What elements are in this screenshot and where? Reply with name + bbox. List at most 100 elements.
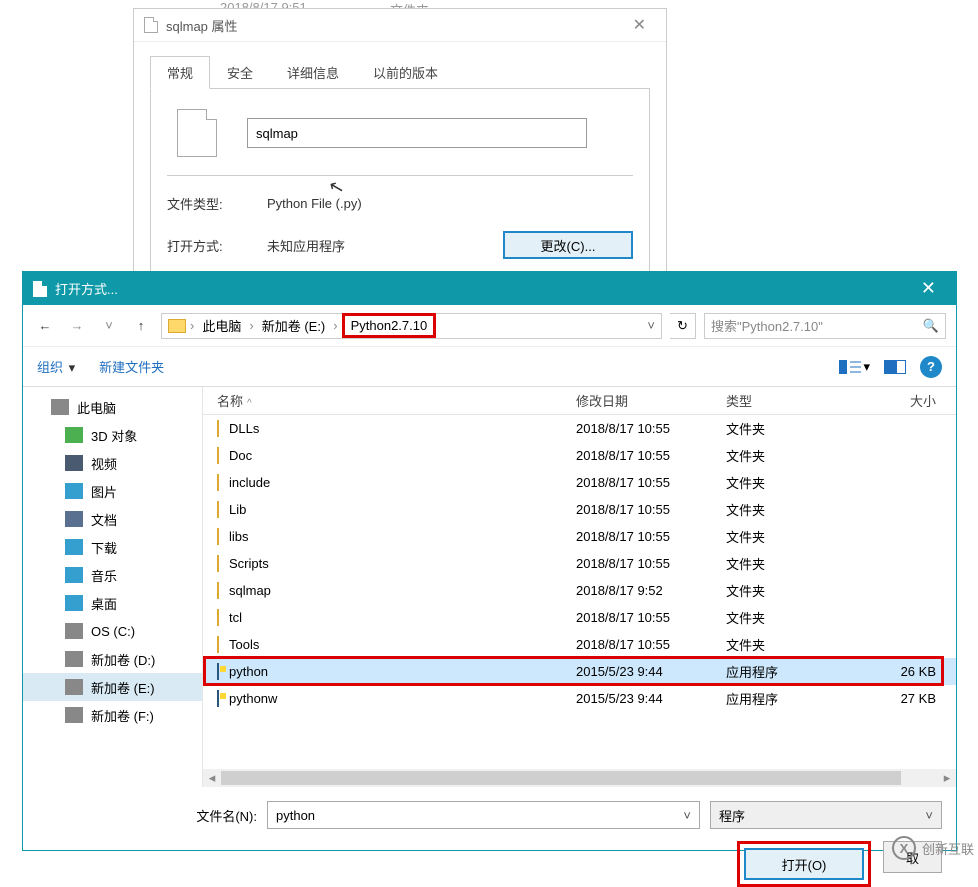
sidebar-item-label: 音乐 [91,566,117,585]
doc-icon [65,511,83,527]
file-row[interactable]: Tools2018/8/17 10:55文件夹 [203,631,956,658]
search-placeholder: 搜索"Python2.7.10" [711,316,823,335]
change-button[interactable]: 更改(C)... [503,231,633,259]
sidebar-item[interactable]: OS (C:) [23,617,202,645]
properties-titlebar[interactable]: sqlmap 属性 ✕ [134,9,666,42]
file-big-icon [177,109,217,157]
preview-pane-button[interactable] [884,360,906,374]
view-options-button[interactable]: ▾ [839,359,870,375]
openwith-value: 未知应用程序 [267,236,345,255]
refresh-button[interactable]: ↻ [670,313,696,339]
file-date: 2018/8/17 10:55 [576,610,726,625]
folder-icon [217,474,219,491]
file-row[interactable]: DLLs2018/8/17 10:55文件夹 [203,415,956,442]
breadcrumb-volume[interactable]: 新加卷 (E:) [258,316,330,335]
column-size[interactable]: 大小 [866,391,956,410]
filename-input[interactable] [247,118,587,148]
breadcrumb-python[interactable]: Python2.7.10 [342,313,437,338]
search-input[interactable]: 搜索"Python2.7.10" 🔍 [704,313,946,339]
help-button[interactable]: ? [920,356,942,378]
sidebar-item-label: 文档 [91,510,117,529]
sidebar-item[interactable]: 3D 对象 [23,421,202,449]
sidebar-item[interactable]: 新加卷 (E:) [23,673,202,701]
sidebar-item-label: 桌面 [91,594,117,613]
sidebar-item[interactable]: 视频 [23,449,202,477]
sidebar-item[interactable]: 此电脑 [23,393,202,421]
sidebar-item[interactable]: 新加卷 (D:) [23,645,202,673]
chevron-down-icon: ▾ [69,360,76,375]
vol-icon [65,707,83,723]
file-row[interactable]: sqlmap2018/8/17 9:52文件夹 [203,577,956,604]
sidebar-item[interactable]: 图片 [23,477,202,505]
chevron-down-icon[interactable]: ˅ [647,318,655,333]
file-list-header[interactable]: 名称^ 修改日期 类型 大小 [203,387,956,415]
horizontal-scrollbar[interactable]: ◂ ▸ [203,769,956,787]
file-name: python [217,664,576,679]
file-name: Doc [217,448,576,463]
openwith-label: 打开方式: [167,236,267,255]
file-row[interactable]: libs2018/8/17 10:55文件夹 [203,523,956,550]
file-name: tcl [217,610,576,625]
sidebar-item[interactable]: 桌面 [23,589,202,617]
open-button[interactable]: 打开(O) [744,848,864,880]
folder-icon [217,420,219,437]
file-row[interactable]: tcl2018/8/17 10:55文件夹 [203,604,956,631]
tab-general[interactable]: 常规 [150,56,210,89]
sidebar-item-label: 新加卷 (D:) [91,650,155,669]
file-name: Tools [217,637,576,652]
new-folder-button[interactable]: 新建文件夹 [99,357,164,376]
tab-security[interactable]: 安全 [210,56,270,89]
chevron-right-icon[interactable]: › [249,318,253,333]
column-name[interactable]: 名称^ [217,391,576,410]
sidebar-item[interactable]: 下载 [23,533,202,561]
desktop-icon [65,595,83,611]
close-icon[interactable]: ✕ [911,274,946,303]
sidebar-item[interactable]: 新加卷 (F:) [23,701,202,729]
nav-forward-icon[interactable]: → [65,314,89,338]
filename-value: python [276,808,315,823]
file-row[interactable]: Scripts2018/8/17 10:55文件夹 [203,550,956,577]
nav-recent-icon[interactable]: ˅ [97,314,121,338]
file-row[interactable]: python2015/5/23 9:44应用程序26 KB [203,658,956,685]
nav-back-icon[interactable]: ← [33,314,57,338]
file-type: 文件夹 [726,419,866,438]
scrollbar-thumb[interactable] [221,771,901,785]
chevron-down-icon[interactable]: ˅ [925,808,933,823]
column-type[interactable]: 类型 [726,391,866,410]
filename-combobox[interactable]: python ˅ [267,801,700,829]
view-list-icon [839,360,861,374]
close-icon[interactable]: ✕ [623,11,656,39]
organize-menu[interactable]: 组织 ▾ [37,357,75,376]
open-titlebar[interactable]: 打开方式... ✕ [23,272,956,305]
sidebar-item[interactable]: 文档 [23,505,202,533]
chevron-right-icon[interactable]: › [190,318,194,333]
scroll-left-icon[interactable]: ◂ [203,770,221,786]
file-name: libs [217,529,576,544]
file-type: 文件夹 [726,500,866,519]
sidebar-item-label: 3D 对象 [91,426,137,445]
file-row[interactable]: include2018/8/17 10:55文件夹 [203,469,956,496]
search-icon[interactable]: 🔍 [923,318,939,334]
tab-details[interactable]: 详细信息 [270,56,356,89]
address-bar: ← → ˅ ↑ › 此电脑 › 新加卷 (E:) › Python2.7.10 … [23,305,956,347]
document-icon [144,17,158,33]
sidebar-item-label: 新加卷 (E:) [91,678,155,697]
nav-up-icon[interactable]: ↑ [129,314,153,338]
sidebar-item-label: 视频 [91,454,117,473]
sidebar-item[interactable]: 音乐 [23,561,202,589]
breadcrumb[interactable]: › 此电脑 › 新加卷 (E:) › Python2.7.10 ˅ [161,313,662,339]
sidebar-tree[interactable]: 此电脑 3D 对象视频图片文档下载音乐桌面 OS (C:) 新加卷 (D:) 新加卷 (… [23,387,203,787]
folder-icon [217,609,219,626]
file-row[interactable]: Doc2018/8/17 10:55文件夹 [203,442,956,469]
scroll-right-icon[interactable]: ▸ [938,770,956,786]
file-row[interactable]: pythonw2015/5/23 9:44应用程序27 KB [203,685,956,712]
tab-previous-versions[interactable]: 以前的版本 [356,56,455,89]
properties-tabs: 常规 安全 详细信息 以前的版本 [134,42,666,89]
file-row[interactable]: Lib2018/8/17 10:55文件夹 [203,496,956,523]
breadcrumb-pc[interactable]: 此电脑 [198,316,245,335]
file-date: 2018/8/17 10:55 [576,448,726,463]
chevron-right-icon[interactable]: › [333,318,337,333]
filetype-filter-select[interactable]: 程序 ˅ [710,801,942,829]
chevron-down-icon[interactable]: ˅ [683,808,691,823]
column-date[interactable]: 修改日期 [576,391,726,410]
